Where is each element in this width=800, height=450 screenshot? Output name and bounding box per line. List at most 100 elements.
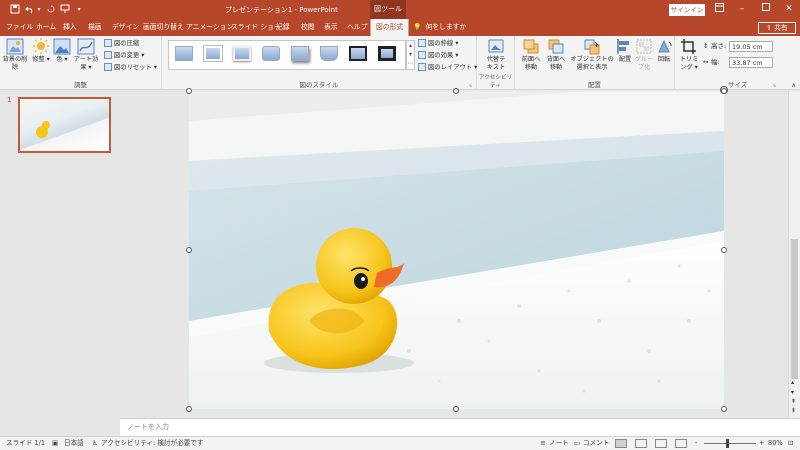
tab-draw[interactable]: 描画 [88, 19, 102, 36]
tab-insert[interactable]: 挿入 [63, 19, 77, 36]
send-backward-label-line1: 背面へ [546, 56, 566, 63]
picture-style-3[interactable] [233, 46, 251, 61]
slide-thumbnail-1[interactable] [18, 97, 111, 153]
gallery-more-button[interactable]: ▴ ▾ ⋯ [406, 40, 415, 70]
color-button[interactable]: 色 ▾ [53, 38, 71, 64]
picture-style-2[interactable] [204, 46, 222, 61]
picture-style-1[interactable] [175, 46, 193, 61]
ribbon-display-icon[interactable] [711, 3, 727, 16]
tab-animations[interactable]: アニメーション [186, 19, 233, 36]
signin-button[interactable]: サインイン [669, 4, 705, 16]
notes-toggle-icon: ≡ [540, 439, 546, 447]
tell-me-search[interactable]: 💡 何をしますか [413, 19, 466, 36]
resize-handle-se[interactable] [721, 406, 727, 412]
resize-handle-e[interactable] [721, 247, 727, 253]
language-status[interactable]: 日本語 [64, 437, 84, 450]
undo-dropdown-icon[interactable]: ▾ [36, 3, 42, 15]
slideshow-view-icon[interactable] [675, 439, 687, 448]
tab-home[interactable]: ホーム [36, 19, 56, 36]
rotation-handle[interactable] [720, 86, 728, 94]
group-picture-styles: ▴ ▾ ⋯ 図の枠線 ▾ 図の効果 ▾ 図のレイアウト ▾ 図のスタイル ↘ [162, 36, 477, 90]
resize-handle-s[interactable] [453, 406, 459, 412]
maximize-icon[interactable] [758, 3, 774, 16]
zoom-level[interactable]: 80% [768, 437, 783, 450]
previous-slide-icon[interactable]: ⇞ [791, 398, 796, 405]
selection-pane-button[interactable]: オブジェクトの 選択と表示 [570, 38, 614, 72]
share-button[interactable]: ⇪ 共有 [758, 22, 796, 34]
redo-icon[interactable] [45, 3, 57, 15]
align-icon [616, 38, 634, 55]
picture-effects-button[interactable]: 図の効果 ▾ [418, 51, 458, 61]
picture-border-button[interactable]: 図の枠線 ▾ [418, 39, 458, 49]
tab-review[interactable]: 校閲 [301, 19, 315, 36]
fit-to-window-icon[interactable]: ⊡ [788, 437, 794, 450]
group-objects-button[interactable]: グループ化 [633, 38, 655, 72]
picture-layout-button[interactable]: 図のレイアウト ▾ [418, 63, 477, 73]
close-icon[interactable]: ✕ [781, 3, 797, 16]
accessibility-status[interactable]: アクセシビリティ: 検討が必要です [101, 437, 204, 450]
undo-icon[interactable] [24, 3, 36, 15]
width-field[interactable]: 33.87 cm [729, 57, 773, 68]
artistic-effects-button[interactable]: アート効果 ▾ [72, 38, 100, 72]
tab-picture-format[interactable]: 図の形式 [370, 19, 410, 36]
customize-icon[interactable]: ▾ [73, 3, 85, 15]
zoom-slider[interactable] [704, 443, 756, 444]
picture-style-8[interactable] [378, 46, 396, 61]
next-slide-icon[interactable]: ⇟ [791, 407, 796, 414]
presenter-icon[interactable] [59, 3, 71, 15]
notes-field[interactable]: ノートを入力 [120, 418, 800, 436]
zoom-slider-thumb[interactable] [726, 439, 729, 448]
tab-view[interactable]: 表示 [324, 19, 338, 36]
scroll-down-icon[interactable]: ▾ [791, 389, 794, 396]
rotate-button[interactable]: 回転 [655, 38, 673, 64]
alt-text-label-line2: キスト [486, 64, 506, 71]
spellcheck-icon[interactable]: ▣ [52, 437, 58, 450]
scrollbar-thumb[interactable] [791, 239, 798, 379]
dialog-launcher-icon[interactable]: ↘ [468, 83, 474, 89]
change-picture-button[interactable]: 図の変更 ▾ [104, 51, 144, 61]
reset-picture-label: 図のリセット [114, 64, 152, 71]
scroll-up-icon[interactable]: ▴ [791, 379, 794, 386]
zoom-in-button[interactable]: + [759, 437, 765, 450]
vertical-scrollbar[interactable]: ▴ ▾ ⇞ ⇟ [788, 91, 800, 418]
picture-styles-gallery [168, 40, 406, 70]
align-button[interactable]: 配置 [616, 38, 634, 64]
height-field[interactable]: 19.05 cm [729, 41, 773, 52]
picture-style-4[interactable] [262, 46, 280, 61]
tab-help[interactable]: ヘルプ [347, 19, 367, 36]
save-icon[interactable] [9, 3, 21, 15]
resize-handle-n[interactable] [453, 88, 459, 94]
slide-picture[interactable] [189, 91, 724, 409]
tab-file[interactable]: ファイル [6, 19, 33, 36]
tab-design[interactable]: デザイン [112, 19, 139, 36]
compress-pictures-button[interactable]: 図の圧縮 [104, 39, 139, 49]
picture-layout-label: 図のレイアウト [428, 64, 473, 71]
color-label: 色 [56, 56, 63, 63]
reset-picture-button[interactable]: 図のリセット ▾ [104, 63, 157, 73]
corrections-button[interactable]: 修整 ▾ [31, 38, 51, 64]
alt-text-button[interactable]: 代替テ キスト [481, 38, 511, 72]
minimize-icon[interactable]: – [734, 3, 750, 16]
send-backward-button[interactable]: 背面へ 移動 [544, 38, 568, 72]
bring-forward-button[interactable]: 前面へ 移動 [519, 38, 543, 72]
resize-handle-nw[interactable] [186, 88, 192, 94]
zoom-out-button[interactable]: - [695, 437, 697, 450]
tab-transitions[interactable]: 画面切り替え [143, 19, 184, 36]
collapse-ribbon-icon[interactable]: ∧ [792, 82, 796, 89]
size-dialog-launcher-icon[interactable]: ↘ [772, 83, 778, 89]
slide-sorter-icon[interactable] [635, 439, 647, 448]
reading-view-icon[interactable] [655, 439, 667, 448]
picture-style-5[interactable] [291, 46, 309, 61]
remove-background-button[interactable]: 背景の削除 [2, 38, 28, 72]
picture-style-6[interactable] [320, 46, 338, 61]
crop-button[interactable]: トリミング ▾ [677, 38, 701, 72]
resize-handle-w[interactable] [186, 247, 192, 253]
normal-view-icon[interactable] [615, 439, 627, 448]
tab-slideshow[interactable]: スライド ショー [231, 19, 281, 36]
tab-record[interactable]: 記録 [276, 19, 290, 36]
group-accessibility-label: アクセシビリティ [478, 75, 513, 89]
comments-button[interactable]: コメント [583, 437, 609, 450]
resize-handle-sw[interactable] [186, 406, 192, 412]
notes-toggle-button[interactable]: ノート [549, 437, 569, 450]
picture-style-7[interactable] [349, 46, 367, 61]
